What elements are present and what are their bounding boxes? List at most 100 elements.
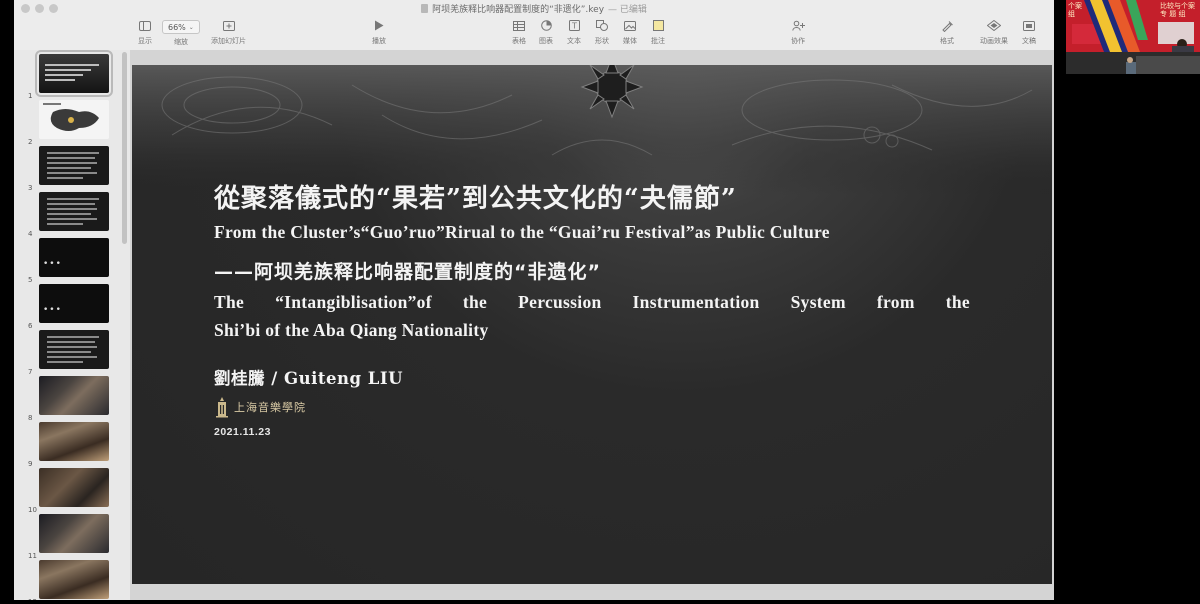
zoom-window-button[interactable] [49,4,58,13]
add-slide-button[interactable]: 添加幻灯片 [211,19,246,46]
minimize-window-button[interactable] [35,4,44,13]
slide-number: 11 [28,552,37,560]
slide-thumbnail-2[interactable]: 2 [14,100,122,146]
video-participant-tile[interactable]: 个案 组 比较与个案 专 题 组 [1066,0,1200,52]
slide-subtitle-chinese[interactable]: ——阿坝羌族释比响器配置制度的“非遗化” [214,257,601,284]
video-caption-right: 比较与个案 专 题 组 [1160,2,1195,18]
view-label: 显示 [138,37,152,45]
slide-thumbnail-6[interactable]: 6 ••• [14,284,122,330]
media-button[interactable]: 媒体 [623,19,637,46]
current-slide[interactable]: 從聚落儀式的“果若”到公共文化的“夬儒節” From the Cluster’s… [132,65,1052,584]
slide-thumbnail-8[interactable]: 8 [14,376,122,422]
keynote-window: 阿坝羌族释比响器配置制度的“非遗化”.key — 已编辑 显示 66% ⌄ 缩放 … [14,0,1054,600]
slide-number: 5 [28,276,33,284]
animate-label: 动画效果 [980,37,1008,45]
slide-number: 12 [28,598,37,600]
slide-thumbnail-9[interactable]: 9 [14,422,122,468]
slide-subtitle-english-line2[interactable]: Shi’bi of the Aba Qiang Nationality [214,320,489,341]
slide-number: 6 [28,322,33,330]
slide-thumbnail-5[interactable]: 5 ••• [14,238,122,284]
slide-thumbnail-3[interactable]: 3 [14,146,122,192]
play-label: 播放 [372,37,386,45]
text-icon: T [567,19,581,32]
video-caption-left: 个案 组 [1068,2,1082,18]
comment-label: 批注 [651,37,665,45]
collaborate-icon [791,19,805,32]
stone-relief-texture [132,65,1052,195]
slide-date[interactable]: 2021.11.23 [214,426,271,438]
text-label: 文本 [567,37,581,45]
slide-thumbnail-7[interactable]: 7 [14,330,122,376]
slide-author[interactable]: 劉桂騰 / Guiteng LIU [214,365,403,389]
play-button[interactable]: 播放 [372,19,386,46]
navigator-scrollbar[interactable] [122,52,127,244]
chart-icon [539,19,553,32]
sidebar-icon [138,19,152,32]
slide-preview [39,146,109,185]
add-slide-label: 添加幻灯片 [211,37,246,45]
svg-text:T: T [571,22,577,31]
view-button[interactable]: 显示 [138,19,152,46]
shape-icon [595,19,609,32]
animate-button[interactable]: 动画效果 [980,19,1008,46]
slide-thumbnail-10[interactable]: 10 [14,468,122,514]
slide-number: 7 [28,368,33,376]
document-name: 阿坝羌族释比响器配置制度的“非遗化”.key [432,5,605,15]
slide-number: 4 [28,230,33,238]
table-icon [512,19,526,32]
format-button[interactable]: 格式 [940,19,954,46]
slide-preview [39,192,109,231]
slide-thumbnail-1[interactable]: 1 [14,50,122,100]
media-label: 媒体 [623,37,637,45]
slide-title-chinese[interactable]: 從聚落儀式的“果若”到公共文化的“夬儒節” [214,178,737,215]
table-button[interactable]: 表格 [512,19,526,46]
self-view-feed [1066,52,1200,74]
add-slide-icon [222,19,236,32]
conservatory-emblem-icon [216,397,228,418]
text-button[interactable]: T 文本 [567,19,581,46]
slide-preview [39,330,109,369]
animate-icon [987,19,1001,32]
shape-label: 形状 [595,37,609,45]
slide-number: 3 [28,184,33,192]
document-title: 阿坝羌族释比响器配置制度的“非遗化”.key — 已编辑 [421,2,647,15]
play-icon [372,19,386,32]
slide-number: 10 [28,506,37,514]
comment-button[interactable]: 批注 [651,19,665,46]
format-label: 格式 [940,37,954,45]
slide-preview: ••• [39,284,109,323]
slide-navigator[interactable]: 12345•••6•••789101112 [14,50,130,600]
slide-number: 8 [28,414,33,422]
document-button[interactable]: 文稿 [1022,19,1036,46]
document-status: — 已编辑 [608,5,647,15]
video-self-view[interactable] [1066,52,1200,74]
zoom-button[interactable]: 缩放 [174,37,188,47]
slide-preview [35,50,113,97]
slide-number: 1 [28,92,33,100]
slide-title-english[interactable]: From the Cluster’s“Guo’ruo”Rirual to the… [214,222,830,243]
slide-thumbnail-4[interactable]: 4 [14,192,122,238]
format-icon [940,19,954,32]
slide-subtitle-english-line1[interactable]: The “Intangiblisation”of the Percussion … [214,292,970,313]
document-label: 文稿 [1022,37,1036,45]
slide-canvas[interactable]: 從聚落儀式的“果若”到公共文化的“夬儒節” From the Cluster’s… [130,50,1054,600]
document-icon [421,4,429,13]
slide-thumbnail-11[interactable]: 11 [14,514,122,560]
title-bar: 阿坝羌族释比响器配置制度的“非遗化”.key — 已编辑 [14,0,1054,17]
slide-preview [39,560,109,599]
slide-preview [39,468,109,507]
slide-preview [39,376,109,415]
chart-button[interactable]: 图表 [539,19,553,46]
collaborate-button[interactable]: 协作 [791,19,805,46]
document-settings-icon [1022,19,1036,32]
close-window-button[interactable] [21,4,30,13]
institution-logo[interactable]: 上海音樂學院 [214,396,306,418]
slide-thumbnail-12[interactable]: 12 [14,560,122,600]
chevron-down-icon: ⌄ [188,23,194,31]
slide-number: 2 [28,138,33,146]
shape-button[interactable]: 形状 [595,19,609,46]
slide-number: 9 [28,460,33,468]
zoom-select[interactable]: 66% ⌄ [162,20,200,34]
slide-preview [39,422,109,461]
slide-preview [39,514,109,553]
